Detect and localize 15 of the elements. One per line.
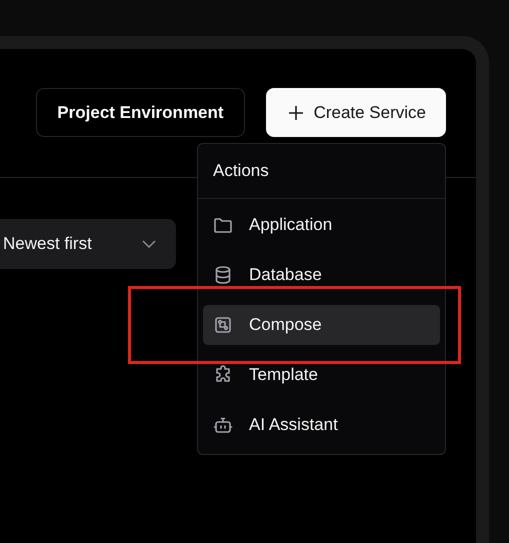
menu-item[interactable]: Compose [203,304,440,344]
chevron-down-icon [142,240,156,248]
robot-icon [213,414,233,434]
plus-icon [288,104,304,120]
database-icon [213,264,233,284]
menu-item[interactable]: AI Assistant [203,404,440,444]
menu-heading: Actions [198,144,445,198]
environment-button[interactable]: Project Environment [36,88,245,137]
sort-select[interactable]: Newest first [0,219,176,269]
puzzle-icon [213,364,233,384]
menu-item[interactable]: Template [203,354,440,394]
diagram-icon [213,314,233,334]
menu-item[interactable]: Application [203,204,440,244]
create-service-button[interactable]: Create Service [266,88,446,137]
menu-item[interactable]: Database [203,254,440,294]
